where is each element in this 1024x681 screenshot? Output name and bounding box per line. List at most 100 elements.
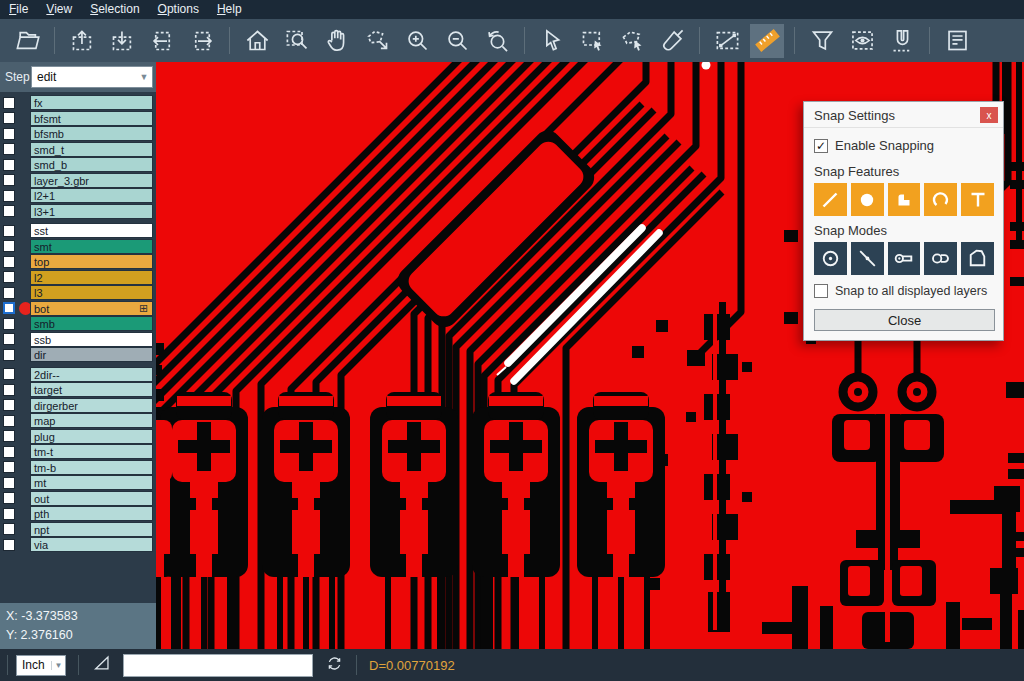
snap-mode-center-button[interactable] bbox=[814, 242, 847, 275]
menu-help[interactable]: Help bbox=[208, 0, 251, 19]
layer-name[interactable]: smd_t bbox=[30, 142, 153, 157]
filter-button[interactable] bbox=[805, 24, 839, 58]
layer-name[interactable]: via bbox=[30, 537, 153, 552]
snap-magnet-button[interactable] bbox=[885, 24, 919, 58]
layer-name[interactable]: l2 bbox=[30, 270, 153, 285]
layer-visibility-checkbox[interactable] bbox=[3, 97, 15, 109]
snap-feature-text-button[interactable] bbox=[961, 183, 994, 216]
layer-name[interactable]: npt bbox=[30, 522, 153, 537]
box-arrow-down-button[interactable] bbox=[105, 24, 139, 58]
layer-visibility-checkbox[interactable] bbox=[3, 333, 15, 345]
layer-visibility-checkbox[interactable] bbox=[3, 399, 15, 411]
layer-name[interactable]: smt bbox=[30, 239, 153, 254]
layer-visibility-checkbox[interactable] bbox=[3, 205, 15, 217]
box-arrow-right-button[interactable] bbox=[185, 24, 219, 58]
snap-mode-slot-b-button[interactable] bbox=[924, 242, 957, 275]
zoom-in-button[interactable] bbox=[400, 24, 434, 58]
box-arrow-up-button[interactable] bbox=[65, 24, 99, 58]
layer-visibility-checkbox[interactable] bbox=[3, 143, 15, 155]
layer-name[interactable]: l3+1 bbox=[30, 204, 153, 219]
layer-name[interactable]: bot⊞ bbox=[30, 301, 153, 316]
layer-visibility-checkbox[interactable] bbox=[3, 256, 15, 268]
layer-name[interactable]: out bbox=[30, 491, 153, 506]
measure-line-button[interactable] bbox=[710, 24, 744, 58]
layer-name[interactable]: mt bbox=[30, 475, 153, 490]
dialog-title-bar[interactable]: Snap Settings x bbox=[804, 102, 1003, 128]
layer-name[interactable]: l2+1 bbox=[30, 188, 153, 203]
layer-visibility-checkbox[interactable] bbox=[3, 128, 15, 140]
layer-visibility-checkbox[interactable] bbox=[3, 368, 15, 380]
layer-name[interactable]: smd_b bbox=[30, 157, 153, 172]
zoom-out-button[interactable] bbox=[440, 24, 474, 58]
snap-mode-slot-a-button[interactable] bbox=[888, 242, 921, 275]
close-button[interactable]: Close bbox=[814, 309, 995, 331]
layer-name[interactable]: dirgerber bbox=[30, 398, 153, 413]
snap-feature-circle-button[interactable] bbox=[851, 183, 884, 216]
layer-name[interactable]: layer_3.gbr bbox=[30, 173, 153, 188]
layer-name[interactable]: plug bbox=[30, 429, 153, 444]
layer-visibility-checkbox[interactable] bbox=[3, 446, 15, 458]
snap-mode-midpoint-button[interactable] bbox=[851, 242, 884, 275]
layer-name[interactable]: bfsmb bbox=[30, 126, 153, 141]
home-button[interactable] bbox=[240, 24, 274, 58]
layer-name[interactable]: map bbox=[30, 413, 153, 428]
layer-visibility-checkbox[interactable] bbox=[3, 477, 15, 489]
layer-name[interactable]: target bbox=[30, 382, 153, 397]
close-icon[interactable]: x bbox=[980, 107, 998, 123]
angle-measure-icon[interactable] bbox=[91, 652, 113, 678]
layer-grid-icon[interactable]: ⊞ bbox=[139, 303, 150, 314]
menu-selection[interactable]: Selection bbox=[81, 0, 148, 19]
layer-visibility-checkbox[interactable] bbox=[3, 190, 15, 202]
sync-icon[interactable] bbox=[325, 654, 344, 677]
box-arrow-left-button[interactable] bbox=[145, 24, 179, 58]
zoom-previous-button[interactable] bbox=[480, 24, 514, 58]
select-window-button[interactable] bbox=[575, 24, 609, 58]
layer-name[interactable]: fx bbox=[30, 95, 153, 110]
layer-name[interactable]: bfsmt bbox=[30, 111, 153, 126]
command-input[interactable] bbox=[123, 654, 313, 677]
notes-form-button[interactable] bbox=[940, 24, 974, 58]
layer-visibility-checkbox[interactable] bbox=[3, 240, 15, 252]
ruler-button[interactable] bbox=[750, 24, 784, 58]
snap-feature-line-button[interactable] bbox=[814, 183, 847, 216]
layer-visibility-checkbox[interactable] bbox=[3, 539, 15, 551]
all-layers-checkbox[interactable] bbox=[814, 284, 828, 298]
folder-open-button[interactable] bbox=[10, 24, 44, 58]
zoom-window-button[interactable] bbox=[280, 24, 314, 58]
menu-options[interactable]: Options bbox=[149, 0, 208, 19]
select-polygon-button[interactable] bbox=[615, 24, 649, 58]
pointer-button[interactable] bbox=[535, 24, 569, 58]
layer-name[interactable]: tm-t bbox=[30, 444, 153, 459]
snap-mode-outline-button[interactable] bbox=[961, 242, 994, 275]
menu-file[interactable]: File bbox=[0, 0, 37, 19]
layer-name[interactable]: sst bbox=[30, 223, 153, 238]
layer-visibility-checkbox[interactable] bbox=[3, 349, 15, 361]
unit-select[interactable]: Inch ▼ bbox=[16, 655, 66, 676]
layer-visibility-checkbox[interactable] bbox=[3, 302, 15, 314]
view-visibility-button[interactable] bbox=[845, 24, 879, 58]
layer-visibility-checkbox[interactable] bbox=[3, 415, 15, 427]
snap-feature-arc-button[interactable] bbox=[924, 183, 957, 216]
layer-visibility-checkbox[interactable] bbox=[3, 492, 15, 504]
layer-name[interactable]: l3 bbox=[30, 285, 153, 300]
layer-name[interactable]: ssb bbox=[30, 332, 153, 347]
brush-button[interactable] bbox=[655, 24, 689, 58]
layer-visibility-checkbox[interactable] bbox=[3, 318, 15, 330]
layer-visibility-checkbox[interactable] bbox=[3, 523, 15, 535]
layer-name[interactable]: pth bbox=[30, 506, 153, 521]
layer-name[interactable]: smb bbox=[30, 316, 153, 331]
layer-visibility-checkbox[interactable] bbox=[3, 508, 15, 520]
zoom-object-button[interactable] bbox=[360, 24, 394, 58]
snap-feature-pad-corner-button[interactable] bbox=[888, 183, 921, 216]
layer-visibility-checkbox[interactable] bbox=[3, 461, 15, 473]
layer-visibility-checkbox[interactable] bbox=[3, 174, 15, 186]
layer-name[interactable]: dir bbox=[30, 347, 153, 362]
layer-visibility-checkbox[interactable] bbox=[3, 225, 15, 237]
layer-visibility-checkbox[interactable] bbox=[3, 159, 15, 171]
layer-name[interactable]: 2dir-- bbox=[30, 367, 153, 382]
enable-snapping-checkbox[interactable]: ✓ bbox=[814, 139, 828, 153]
menu-view[interactable]: View bbox=[37, 0, 81, 19]
layer-visibility-checkbox[interactable] bbox=[3, 384, 15, 396]
layer-name[interactable]: top bbox=[30, 254, 153, 269]
layer-visibility-checkbox[interactable] bbox=[3, 430, 15, 442]
